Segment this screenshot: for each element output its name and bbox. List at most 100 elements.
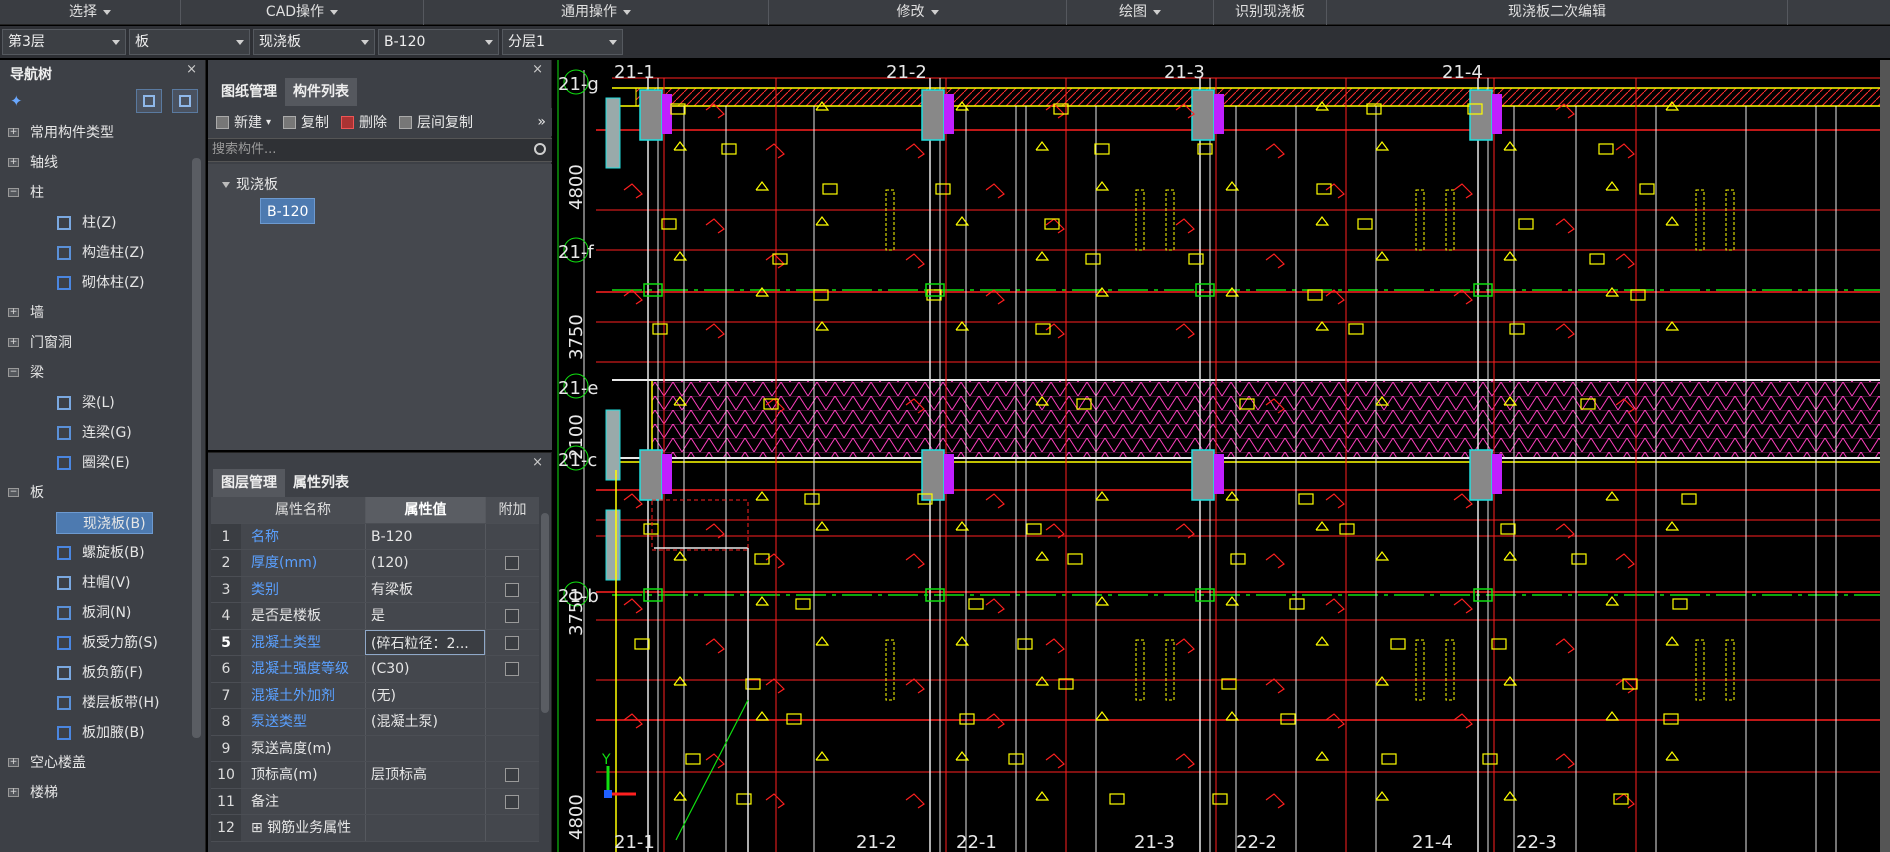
ribbon-tab-4[interactable]: 绘图 [1067, 0, 1214, 25]
collapse-icon[interactable] [222, 182, 230, 188]
ribbon-tab-1[interactable]: CAD操作 [181, 0, 424, 25]
nav-item-19[interactable]: 楼层板带(H) [0, 688, 205, 718]
property-row[interactable]: 5 混凝土类型 (碎石粒径：2... [211, 629, 539, 656]
nav-scrollbar[interactable] [192, 158, 201, 738]
comp-close-icon[interactable]: × [532, 62, 543, 78]
property-value[interactable]: (碎石粒径：2... [365, 629, 485, 655]
filter-select-4[interactable]: 分层1 [502, 29, 623, 55]
property-value[interactable]: 是 [365, 603, 485, 629]
property-row[interactable]: 2 厚度(mm) (120) [211, 550, 539, 577]
property-row[interactable]: 11 备注 [211, 788, 539, 815]
nav-item-14[interactable]: 螺旋板(B) [0, 538, 205, 568]
collapse-icon[interactable]: − [8, 488, 19, 497]
copy-button[interactable]: 复制 [283, 112, 329, 132]
more-tools-icon[interactable]: » [537, 114, 546, 130]
nav-item-13[interactable]: 现浇板(B) [0, 508, 205, 538]
extra-checkbox[interactable] [505, 662, 519, 676]
property-row[interactable]: 8 泵送类型 (混凝土泵) [211, 709, 539, 736]
nav-item-8[interactable]: − 梁 [0, 358, 205, 388]
canvas-side-toolbar[interactable] [1880, 60, 1890, 852]
nav-item-1[interactable]: + 轴线 [0, 148, 205, 178]
tab-layer-management[interactable]: 图层管理 [213, 469, 285, 497]
nav-item-11[interactable]: 圈梁(E) [0, 448, 205, 478]
property-value[interactable]: (混凝土泵) [365, 709, 485, 735]
property-row[interactable]: 6 混凝土强度等级 (C30) [211, 656, 539, 683]
cad-canvas[interactable]: Y 21-1 21-2 21-3 21-4 21-1 21-2 22-1 21-3 22-2 21-… [556, 60, 1890, 852]
ribbon-tab-2[interactable]: 通用操作 [424, 0, 769, 25]
expand-icon[interactable]: + [8, 338, 19, 347]
ribbon-tab-3[interactable]: 修改 [769, 0, 1067, 25]
filter-select-3[interactable]: B-120 [378, 29, 499, 55]
nav-item-17[interactable]: 板受力筋(S) [0, 628, 205, 658]
nav-item-3[interactable]: 柱(Z) [0, 208, 205, 238]
property-row[interactable]: 3 类别 有梁板 [211, 576, 539, 603]
nav-item-10[interactable]: 连梁(G) [0, 418, 205, 448]
property-scrollbar[interactable] [541, 513, 549, 713]
expand-icon[interactable]: + [8, 788, 19, 797]
expand-icon[interactable]: + [8, 758, 19, 767]
property-row[interactable]: 12 ⊞ 钢筋业务属性 [211, 815, 539, 842]
nav-item-5[interactable]: 砌体柱(Z) [0, 268, 205, 298]
property-row[interactable]: 9 泵送高度(m) [211, 735, 539, 762]
filter-select-0[interactable]: 第3层 [2, 29, 126, 55]
property-value[interactable]: (无) [365, 682, 485, 708]
nav-item-4[interactable]: 构造柱(Z) [0, 238, 205, 268]
property-row[interactable]: 7 混凝土外加剂 (无) [211, 682, 539, 709]
nav-item-21[interactable]: + 空心楼盖 [0, 748, 205, 778]
extra-checkbox[interactable] [505, 609, 519, 623]
tab-component-list[interactable]: 构件列表 [285, 78, 357, 106]
collapse-icon[interactable]: − [8, 188, 19, 197]
filter-select-1[interactable]: 板 [129, 29, 250, 55]
extra-checkbox[interactable] [505, 794, 519, 809]
tree-node-b120[interactable]: B-120 [260, 198, 316, 224]
new-button[interactable]: 新建 ▾ [216, 112, 271, 132]
nav-item-15[interactable]: 柱帽(V) [0, 568, 205, 598]
property-row[interactable]: 4 是否是楼板是 [211, 603, 539, 630]
nav-item-0[interactable]: + 常用构件类型 [0, 118, 205, 148]
nav-item-20[interactable]: 板加腋(B) [0, 718, 205, 748]
filter-select-2[interactable]: 现浇板 [253, 29, 375, 55]
floor-copy-button[interactable]: 层间复制 [399, 112, 473, 132]
nav-item-6[interactable]: + 墙 [0, 298, 205, 328]
property-value[interactable]: (120) [365, 550, 485, 576]
ribbon-tab-0[interactable]: 选择 [0, 0, 181, 25]
nav-item-22[interactable]: + 楼梯 [0, 778, 205, 808]
property-value[interactable]: B-120 [365, 523, 485, 549]
extra-checkbox[interactable] [505, 768, 519, 782]
property-value[interactable]: 有梁板 [365, 576, 485, 602]
property-value[interactable] [365, 815, 485, 841]
search-icon[interactable] [534, 143, 546, 155]
nav-item-7[interactable]: + 门窗洞 [0, 328, 205, 358]
panel-view-icon[interactable] [172, 89, 198, 113]
extra-checkbox[interactable] [505, 582, 519, 597]
expand-icon[interactable]: + [8, 128, 19, 137]
property-value[interactable]: (C30) [365, 656, 485, 682]
nav-close-icon[interactable]: × [186, 62, 197, 78]
extra-checkbox[interactable] [505, 556, 519, 570]
property-value[interactable]: 层顶标高 [365, 762, 485, 788]
ribbon-tab-5[interactable]: 识别现浇板 [1214, 0, 1327, 25]
delete-button[interactable]: 删除 [341, 112, 387, 132]
nav-item-2[interactable]: − 柱 [0, 178, 205, 208]
tab-drawing-management[interactable]: 图纸管理 [213, 78, 285, 106]
expand-icon[interactable]: + [8, 158, 19, 167]
tree-node-cast-slab[interactable]: 现浇板 [222, 174, 278, 194]
property-value[interactable] [365, 788, 485, 814]
expand-icon[interactable]: + [8, 308, 19, 317]
pin-icon[interactable]: ✦ [10, 92, 23, 110]
cad-drawing[interactable]: Y 21-1 21-2 21-3 21-4 21-1 21-2 22-1 21-3 22-2 21-… [556, 60, 1890, 852]
component-search-input[interactable]: 搜索构件... [208, 138, 552, 162]
prop-close-icon[interactable]: × [532, 455, 543, 471]
collapse-icon[interactable]: − [8, 368, 19, 377]
extra-checkbox[interactable] [505, 635, 519, 650]
property-row[interactable]: 10 顶标高(m) 层顶标高 [211, 762, 539, 789]
list-view-icon[interactable] [136, 89, 162, 113]
property-value[interactable] [365, 735, 485, 761]
nav-item-12[interactable]: − 板 [0, 478, 205, 508]
tab-property-list[interactable]: 属性列表 [285, 469, 357, 497]
nav-item-18[interactable]: 板负筋(F) [0, 658, 205, 688]
ribbon-tab-6[interactable]: 现浇板二次编辑 [1327, 0, 1788, 25]
property-row[interactable]: 1 名称 B-120 [211, 523, 539, 550]
nav-item-9[interactable]: 梁(L) [0, 388, 205, 418]
nav-item-16[interactable]: 板洞(N) [0, 598, 205, 628]
